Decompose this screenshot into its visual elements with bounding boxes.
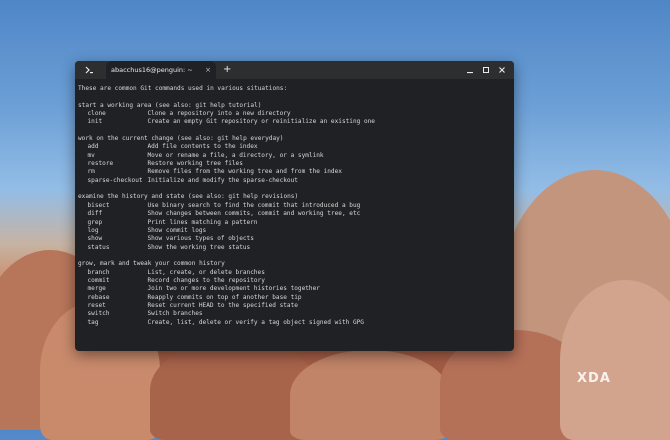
command-name: rebase <box>87 293 110 301</box>
command-row: diff Show changes between commits, commit… <box>78 210 511 218</box>
command-row: clone Clone a repository into a new direc… <box>78 110 511 118</box>
command-description: Show various types of objects <box>147 235 254 243</box>
terminal-output[interactable]: These are common Git commands used in va… <box>75 79 514 327</box>
command-description: Reset current HEAD to the specified stat… <box>147 301 298 309</box>
command-row: status Show the working tree status <box>78 244 511 252</box>
command-description: Record changes to the repository <box>147 276 265 284</box>
section-heading: examine the history and state (see also:… <box>78 193 299 201</box>
command-description: Restore working tree files <box>147 160 243 168</box>
section-heading: start a working area (see also: git help… <box>78 101 262 109</box>
command-description: Use binary search to find the commit tha… <box>147 201 361 209</box>
command-description: Show commit logs <box>147 226 207 234</box>
command-name: reset <box>87 301 106 309</box>
title-bar: abacchus16@penguin: ~ × + <box>75 61 514 79</box>
command-row: reset Reset current HEAD to the specified… <box>78 302 511 310</box>
command-name: rm <box>87 168 95 176</box>
section-heading: work on the current change (see also: gi… <box>78 135 284 143</box>
maximize-icon[interactable] <box>478 61 494 79</box>
command-row: tag Create, list, delete or verify a tag … <box>78 319 511 327</box>
command-description: Remove files from the working tree and f… <box>147 168 342 176</box>
command-name: grep <box>87 218 103 226</box>
command-description: Move or rename a file, a directory, or a… <box>147 151 324 159</box>
command-name: diff <box>87 210 103 218</box>
command-row: mv Move or rename a file, a directory, or… <box>78 152 511 160</box>
command-description: Show the working tree status <box>147 243 251 251</box>
command-row: init Create an empty Git repository or re… <box>78 118 511 126</box>
command-name: init <box>87 118 103 126</box>
command-name: show <box>87 235 103 243</box>
command-row: show Show various types of objects <box>78 235 511 243</box>
command-description: Create, list, delete or verify a tag obj… <box>147 318 364 326</box>
command-row: sparse-checkout Initialize and modify the… <box>78 177 511 185</box>
command-name: merge <box>87 285 106 293</box>
command-row: rm Remove files from the working tree and… <box>78 168 511 176</box>
command-row: commit Record changes to the repository <box>78 277 511 285</box>
section-heading: grow, mark and tweak your common history <box>78 260 225 268</box>
tab-terminal[interactable]: abacchus16@penguin: ~ × <box>106 61 216 79</box>
terminal-icon <box>84 65 94 75</box>
terminal-window: abacchus16@penguin: ~ × + These are comm… <box>75 61 514 351</box>
tab-title: abacchus16@penguin: ~ <box>111 66 193 74</box>
new-tab-button[interactable]: + <box>223 65 231 75</box>
command-name: branch <box>87 268 110 276</box>
command-row: bisect Use binary search to find the comm… <box>78 202 511 210</box>
command-name: mv <box>87 151 95 159</box>
terminal-intro: These are common Git commands used in va… <box>78 85 288 92</box>
command-row: branch List, create, or delete branches <box>78 269 511 277</box>
command-row: merge Join two or more development histor… <box>78 285 511 293</box>
command-name: sparse-checkout <box>87 176 143 184</box>
command-description: Switch branches <box>147 310 203 318</box>
command-row: restore Restore working tree files <box>78 160 511 168</box>
command-name: bisect <box>87 201 110 209</box>
command-description: Add file contents to the index <box>147 143 258 151</box>
close-icon[interactable] <box>494 61 510 79</box>
command-description: Join two or more development histories t… <box>147 285 320 293</box>
command-name: switch <box>87 310 110 318</box>
tab-close-icon[interactable]: × <box>205 66 211 74</box>
command-name: clone <box>87 110 106 118</box>
command-name: restore <box>87 160 114 168</box>
command-description: List, create, or delete branches <box>147 268 265 276</box>
command-description: Reapply commits on top of another base t… <box>147 293 302 301</box>
command-description: Show changes between commits, commit and… <box>147 210 361 218</box>
command-name: status <box>87 243 110 251</box>
command-description: Clone a repository into a new directory <box>147 110 291 118</box>
command-description: Initialize and modify the sparse-checkou… <box>147 176 298 184</box>
command-name: log <box>87 226 99 234</box>
command-row: grep Print lines matching a pattern <box>78 219 511 227</box>
command-row: rebase Reapply commits on top of another … <box>78 294 511 302</box>
command-row: switch Switch branches <box>78 310 511 318</box>
command-description: Create an empty Git repository or reinit… <box>147 118 375 126</box>
command-name: tag <box>87 318 99 326</box>
command-name: add <box>87 143 99 151</box>
command-description: Print lines matching a pattern <box>147 218 258 226</box>
command-row: add Add file contents to the index <box>78 143 511 151</box>
minimize-icon[interactable] <box>462 61 478 79</box>
xda-watermark: XDA <box>577 371 611 386</box>
command-row: log Show commit logs <box>78 227 511 235</box>
command-name: commit <box>87 276 110 284</box>
